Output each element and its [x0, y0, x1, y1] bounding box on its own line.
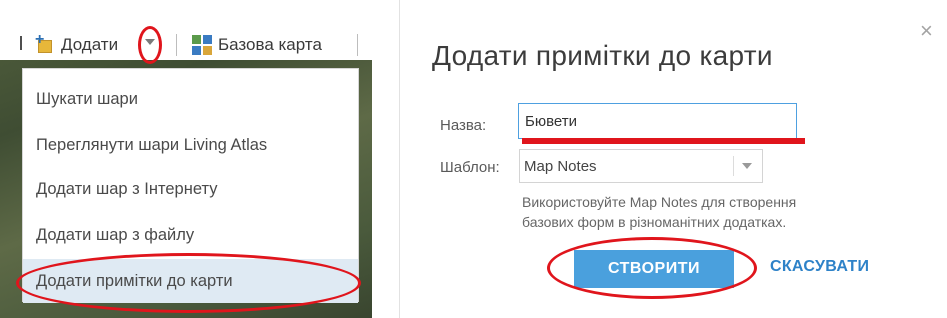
- menu-item-browse-living-atlas[interactable]: Переглянути шари Living Atlas: [23, 123, 358, 167]
- template-label: Шаблон:: [440, 159, 500, 176]
- template-helper-text: Використовуйте Map Notes для створення б…: [522, 192, 902, 232]
- menu-item-add-layer-web[interactable]: Додати шар з Інтернету: [23, 167, 358, 211]
- template-select[interactable]: Map Notes: [519, 149, 763, 183]
- toolbar-separator: [20, 36, 22, 50]
- map-background: + Додати Базова карта Шукати шари Перегл…: [0, 0, 372, 318]
- menu-item-add-layer-file[interactable]: Додати шар з файлу: [23, 213, 358, 257]
- basemap-button-label: Базова карта: [218, 35, 322, 54]
- basemap-grid-icon: [192, 35, 212, 55]
- menu-item-search-layers[interactable]: Шукати шари: [23, 77, 358, 121]
- highlight-oval-create: [547, 237, 757, 299]
- helper-line-1: Використовуйте Map Notes для створення: [522, 194, 797, 210]
- highlight-circle-dropdown: [138, 26, 162, 64]
- add-layer-icon: +: [35, 32, 55, 55]
- close-icon[interactable]: ×: [920, 18, 933, 44]
- highlight-oval-menu-item: [16, 253, 361, 313]
- highlight-underline-name: [522, 138, 805, 144]
- chevron-down-icon: [742, 163, 752, 169]
- template-selected-value: Map Notes: [524, 158, 597, 175]
- helper-line-2: базових форм в різноманітних додатках.: [522, 214, 787, 230]
- name-input[interactable]: [518, 103, 797, 139]
- toolbar-separator: [357, 34, 358, 56]
- toolbar-separator: [176, 34, 177, 56]
- add-button-label: Додати: [61, 35, 119, 54]
- select-divider: [733, 156, 734, 176]
- add-button[interactable]: + Додати: [35, 32, 118, 58]
- name-label: Назва:: [440, 117, 487, 134]
- basemap-button[interactable]: Базова карта: [192, 32, 322, 58]
- dialog-title: Додати примітки до карти: [432, 40, 773, 71]
- map-toolbar: + Додати Базова карта: [0, 0, 372, 64]
- cancel-button[interactable]: СКАСУВАТИ: [770, 258, 869, 276]
